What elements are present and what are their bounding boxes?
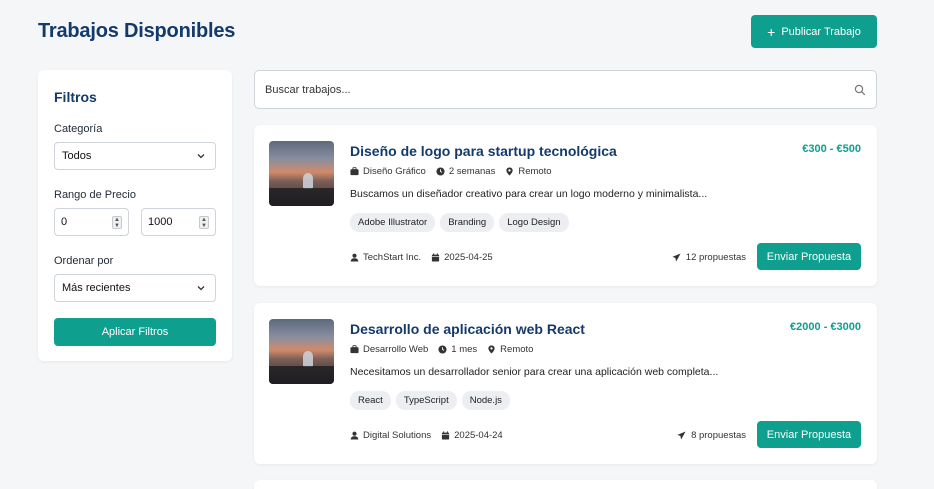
clock-icon — [436, 167, 445, 176]
job-footer: TechStart Inc. 2025-04-25 — [350, 252, 493, 263]
skill-tag: Branding — [440, 213, 495, 232]
job-title[interactable]: Desarrollo de aplicación web React — [350, 321, 585, 337]
job-thumbnail — [269, 319, 334, 384]
proposals-count: 12 propuestas — [672, 252, 746, 263]
plus-icon: + — [767, 23, 776, 40]
skill-tag: React — [350, 391, 391, 410]
skill-tag: Node.js — [461, 391, 510, 410]
job-category: Diseño Gráfico — [363, 166, 426, 177]
job-location: Remoto — [500, 344, 534, 355]
briefcase-icon — [350, 345, 359, 354]
search-icon[interactable] — [854, 84, 866, 96]
send-proposal-button[interactable]: Enviar Propuesta — [757, 421, 861, 448]
apply-filters-button[interactable]: Aplicar Filtros — [54, 318, 216, 346]
skill-tag: Adobe Illustrator — [350, 213, 436, 232]
sort-value: Más recientes — [62, 282, 131, 294]
filters-title: Filtros — [54, 89, 97, 105]
job-title[interactable]: Diseño de logo para startup tecnológica — [350, 143, 617, 159]
job-price: €2000 - €3000 — [790, 321, 861, 333]
stepper-icon[interactable]: ▲ ▼ — [199, 216, 209, 229]
category-value: Todos — [62, 150, 92, 162]
skill-tag: Logo Design — [499, 213, 569, 232]
proposals-text: 12 propuestas — [685, 252, 746, 263]
sort-select[interactable]: Más recientes — [54, 274, 216, 302]
job-thumbnail — [269, 141, 334, 206]
price-min-value: 0 — [61, 216, 68, 228]
send-proposal-button[interactable]: Enviar Propuesta — [757, 243, 861, 270]
proposals-count: 8 propuestas — [677, 430, 746, 441]
job-footer: Digital Solutions 2025-04-24 — [350, 430, 503, 441]
job-meta: Diseño Gráfico 2 semanas Remoto — [350, 166, 552, 177]
category-select[interactable]: Todos — [54, 142, 216, 170]
chevron-down-icon — [197, 154, 205, 159]
job-card — [254, 480, 877, 489]
clock-icon — [438, 345, 447, 354]
skill-tag: TypeScript — [395, 391, 457, 410]
price-max-value: 1000 — [148, 216, 173, 228]
price-max-input[interactable]: 1000 ▲ ▼ — [141, 208, 216, 236]
user-icon — [350, 253, 359, 262]
map-pin-icon — [506, 167, 513, 176]
job-description: Buscamos un diseñador creativo para crea… — [350, 188, 708, 200]
category-label: Categoría — [54, 123, 103, 135]
job-card: Diseño de logo para startup tecnológica … — [254, 125, 877, 286]
job-date: 2025-04-24 — [454, 430, 503, 441]
publish-job-button[interactable]: + Publicar Trabajo — [751, 15, 877, 48]
calendar-icon — [431, 253, 440, 262]
job-date: 2025-04-25 — [444, 252, 493, 263]
sort-label: Ordenar por — [54, 255, 114, 267]
page-title: Trabajos Disponibles — [38, 20, 236, 42]
paper-plane-icon — [677, 431, 686, 440]
search-input[interactable] — [265, 83, 825, 96]
job-location: Remoto — [518, 166, 552, 177]
price-range-label: Rango de Precio — [54, 189, 136, 201]
job-price: €300 - €500 — [802, 143, 861, 155]
filters-panel: Filtros Categoría Todos Rango de Precio … — [38, 70, 232, 361]
job-duration: 2 semanas — [448, 166, 496, 177]
job-duration: 1 mes — [451, 344, 478, 355]
map-pin-icon — [488, 345, 495, 354]
job-description: Necesitamos un desarrollador senior para… — [350, 366, 719, 378]
proposals-text: 8 propuestas — [691, 430, 746, 441]
search-bar — [254, 70, 877, 109]
paper-plane-icon — [672, 253, 681, 262]
chevron-down-icon — [197, 286, 205, 291]
user-icon — [350, 431, 359, 440]
publish-job-label: Publicar Trabajo — [781, 25, 861, 38]
job-meta: Desarrollo Web 1 mes Remoto — [350, 344, 533, 355]
calendar-icon — [442, 431, 450, 440]
briefcase-icon — [350, 167, 359, 176]
job-card: Desarrollo de aplicación web React €2000… — [254, 303, 877, 464]
stepper-icon[interactable]: ▲ ▼ — [112, 216, 122, 229]
job-company: TechStart Inc. — [363, 252, 422, 263]
job-company: Digital Solutions — [363, 430, 432, 441]
job-tags: React TypeScript Node.js — [350, 391, 510, 410]
price-min-input[interactable]: 0 ▲ ▼ — [54, 208, 129, 236]
job-tags: Adobe Illustrator Branding Logo Design — [350, 213, 569, 232]
job-category: Desarrollo Web — [363, 344, 429, 355]
